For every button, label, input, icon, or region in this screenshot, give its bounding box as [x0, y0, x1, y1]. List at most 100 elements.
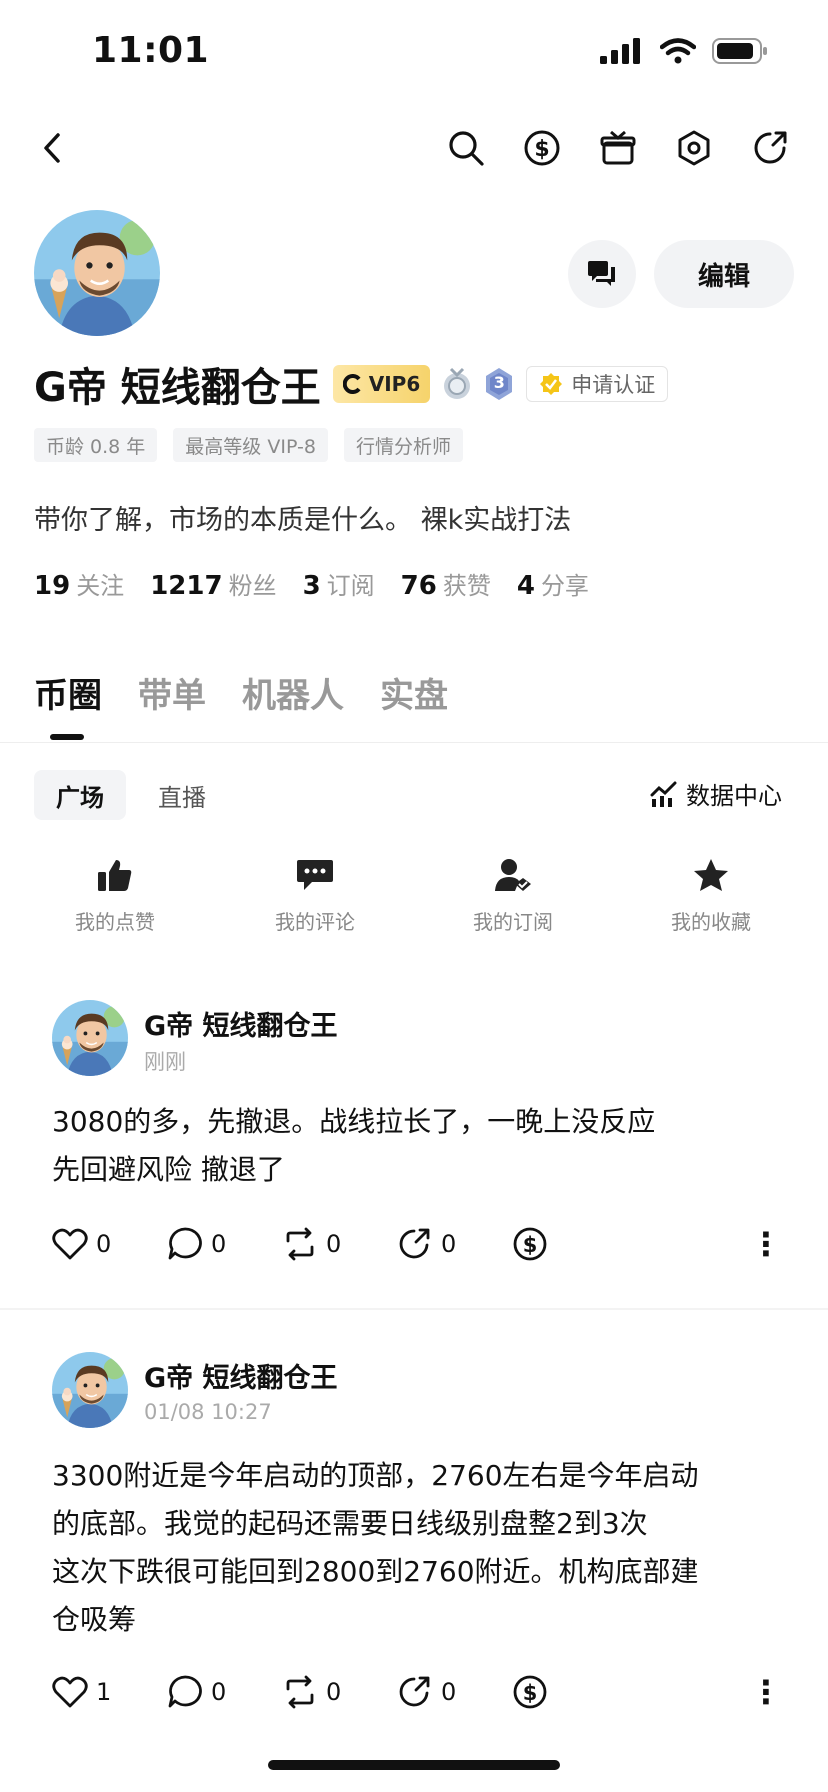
post-body[interactable]: 3080的多，先撤退。战线拉长了，一晚上没反应 先回避风险 撤退了: [52, 1098, 792, 1194]
subtab-square[interactable]: 广场: [34, 770, 126, 820]
tag-analyst: 行情分析师: [343, 428, 463, 462]
verified-badge-icon: [540, 373, 563, 395]
share-arrow-icon: [399, 1676, 430, 1707]
silver-medal-icon[interactable]: [442, 367, 472, 401]
data-center-link[interactable]: 数据中心: [650, 776, 782, 811]
share-post-button[interactable]: 0: [397, 1227, 512, 1261]
status-time: 11:01: [92, 30, 210, 71]
level-badge-icon[interactable]: 3: [484, 367, 514, 401]
comment-icon: [297, 860, 333, 890]
my-likes-button[interactable]: 我的点赞: [40, 858, 190, 935]
svg-text:$: $: [523, 1233, 538, 1257]
tab-copy-trading[interactable]: 带单: [138, 668, 206, 717]
post-body[interactable]: 3300附近是今年启动的顶部，2760左右是今年启动 的底部。我觉的起码还需要日…: [52, 1452, 792, 1644]
edit-profile-button[interactable]: 编辑: [654, 240, 794, 308]
repost-button[interactable]: 0: [282, 1675, 397, 1709]
comment-button[interactable]: 0: [167, 1675, 282, 1709]
my-subscriptions-button[interactable]: 我的订阅: [438, 858, 588, 935]
comment-count: 0: [211, 1678, 227, 1706]
post-author-name[interactable]: G帝 短线翻仓王: [144, 1356, 338, 1395]
message-button[interactable]: [568, 240, 636, 308]
tip-button[interactable]: $: [512, 1674, 627, 1710]
my-subscriptions-label: 我的订阅: [473, 910, 553, 934]
like-count: 0: [96, 1230, 112, 1258]
comment-bubble-icon: [168, 1227, 202, 1260]
search-button[interactable]: [444, 126, 488, 170]
post-line: 仓吸筹: [52, 1603, 137, 1636]
star-icon: [694, 859, 728, 891]
status-icons: [600, 38, 768, 64]
level-badge-number: 3: [493, 373, 505, 392]
share-post-button[interactable]: 0: [397, 1675, 512, 1709]
settings-hexagon-icon: [678, 130, 710, 166]
settings-button[interactable]: [672, 126, 716, 170]
post-line: 这次下跌很可能回到2800到2760附近。机构底部建: [52, 1555, 699, 1588]
post-author-avatar[interactable]: [52, 1000, 128, 1076]
vip-label: VIP6: [368, 372, 421, 396]
heart-icon: [52, 1228, 88, 1260]
vip-badge[interactable]: VIP6: [332, 365, 431, 403]
heart-icon: [52, 1676, 88, 1708]
dollar-coin-icon: $: [513, 1675, 547, 1709]
comment-count: 0: [211, 1230, 227, 1258]
my-comments-button[interactable]: 我的评论: [240, 858, 390, 935]
search-icon: [449, 131, 484, 166]
tab-bot[interactable]: 机器人: [242, 668, 344, 717]
battery-icon: [712, 38, 767, 64]
svg-text:$: $: [523, 1681, 538, 1705]
active-tab-indicator: [50, 734, 84, 740]
profile-bio: 带你了解，市场的本质是什么。 裸k实战打法: [34, 505, 572, 536]
share-button[interactable]: [748, 126, 792, 170]
thumbs-up-icon: [98, 860, 132, 891]
my-favorites-button[interactable]: 我的收藏: [636, 858, 786, 935]
post-actions: 0 0 0 0 $ ⋮: [52, 1226, 782, 1262]
profile-stats: 19 关注 1217 粉丝 3 订阅 76 获赞 4 分享: [34, 566, 589, 601]
like-button[interactable]: 1: [52, 1676, 167, 1708]
dollar-coin-icon: $: [513, 1227, 547, 1261]
like-button[interactable]: 0: [52, 1228, 167, 1260]
back-button[interactable]: [30, 126, 74, 170]
like-count: 1: [96, 1678, 112, 1706]
stat-subscriptions[interactable]: 3 订阅: [303, 566, 375, 601]
post-line: 的底部。我觉的起码还需要日线级别盘整2到3次: [52, 1507, 648, 1540]
chat-bubbles-icon: [588, 261, 615, 286]
comment-button[interactable]: 0: [167, 1227, 282, 1261]
home-indicator[interactable]: [268, 1760, 560, 1770]
chevron-left-icon: [44, 133, 60, 163]
tag-coin-age: 币龄 0.8 年: [34, 428, 158, 462]
post-timestamp: 刚刚: [144, 1050, 186, 1074]
wifi-icon: [660, 38, 696, 64]
post-actions: 1 0 0 0 $ ⋮: [52, 1674, 782, 1710]
post-author-name[interactable]: G帝 短线翻仓王: [144, 1004, 338, 1043]
post-line: 先回避风险 撤退了: [52, 1153, 285, 1186]
repost-count: 0: [326, 1678, 342, 1706]
dollar-coin-icon: $: [524, 130, 560, 166]
repost-button[interactable]: 0: [282, 1227, 397, 1261]
repost-icon: [286, 1227, 314, 1261]
tab-coin-circle[interactable]: 币圈: [34, 668, 102, 717]
post-author-avatar[interactable]: [52, 1352, 128, 1428]
my-comments-label: 我的评论: [275, 910, 355, 934]
stat-following[interactable]: 19 关注: [34, 566, 124, 601]
stat-followers[interactable]: 1217 粉丝: [150, 566, 276, 601]
coin-button[interactable]: $: [520, 126, 564, 170]
tag-max-vip: 最高等级 VIP-8: [173, 428, 328, 462]
tab-live-account[interactable]: 实盘: [380, 668, 448, 717]
gift-button[interactable]: [596, 126, 640, 170]
share-count: 0: [441, 1678, 457, 1706]
my-likes-label: 我的点赞: [75, 910, 155, 934]
stat-shares[interactable]: 4 分享: [517, 566, 589, 601]
stat-likes[interactable]: 76 获赞: [401, 566, 491, 601]
post-line: 3300附近是今年启动的顶部，2760左右是今年启动: [52, 1459, 699, 1492]
more-options-icon[interactable]: ⋮: [750, 1228, 782, 1260]
tip-button[interactable]: $: [512, 1226, 627, 1262]
subtab-live[interactable]: 直播: [158, 770, 206, 820]
signal-icon: [600, 38, 640, 64]
apply-verification-button[interactable]: 申请认证: [526, 366, 669, 402]
my-favorites-label: 我的收藏: [671, 910, 751, 934]
vip-c-icon: [342, 374, 361, 394]
more-options-icon[interactable]: ⋮: [750, 1676, 782, 1708]
profile-avatar[interactable]: [34, 210, 160, 336]
profile-tags: 币龄 0.8 年 最高等级 VIP-8 行情分析师: [34, 428, 463, 462]
post-timestamp: 01/08 10:27: [144, 1400, 272, 1424]
